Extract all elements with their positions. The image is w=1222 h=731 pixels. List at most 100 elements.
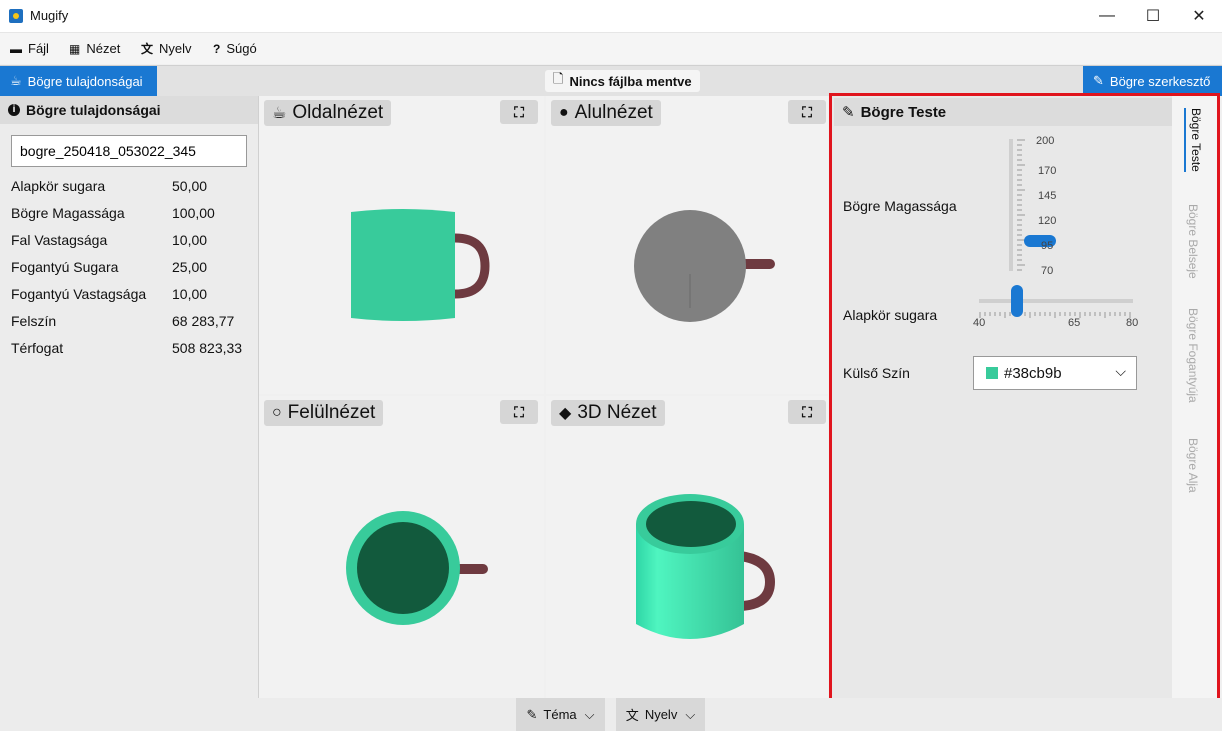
3d-view-canvas bbox=[636, 494, 776, 639]
radius-tick-label: 65 bbox=[1068, 317, 1081, 329]
menu-help-label: Súgó bbox=[226, 41, 257, 56]
side-view-canvas bbox=[351, 209, 490, 321]
outer-color-picker[interactable]: #38cb9b ⌵ bbox=[973, 356, 1137, 390]
radius-slider-thumb[interactable] bbox=[1011, 285, 1023, 317]
height-slider-track[interactable] bbox=[1009, 139, 1013, 271]
property-row: Felszín 68 283,77 bbox=[11, 309, 251, 336]
translate-icon: 文 bbox=[625, 708, 639, 723]
tab-strip: ☕ Bögre tulajdonságai 🗋 Nincs fájlba men… bbox=[0, 65, 1222, 96]
radius-slider-ticks bbox=[979, 305, 1133, 318]
grid-icon: ▦ bbox=[69, 41, 81, 56]
language-button[interactable]: 文 Nyelv ⌵ bbox=[616, 698, 705, 731]
property-row: Fogantyú Sugara 25,00 bbox=[11, 255, 251, 282]
minimize-button[interactable]: — bbox=[1084, 0, 1130, 32]
height-tick-label: 95 bbox=[1041, 240, 1054, 252]
property-value: 100,00 bbox=[172, 205, 215, 221]
close-button[interactable]: ✕ bbox=[1176, 0, 1222, 32]
menu-file-label: Fájl bbox=[28, 41, 49, 56]
tab-editor[interactable]: ✎ Bögre szerkesztő bbox=[1083, 66, 1222, 96]
editor-vertical-tabs: Bögre Teste Bögre Belseje Bögre Fogantyú… bbox=[1172, 96, 1218, 698]
chevron-down-icon: ⌵ bbox=[584, 706, 595, 722]
mug-icon: ☕ bbox=[10, 73, 22, 88]
mug-body bbox=[351, 209, 455, 321]
title-bar: Mugify — ☐ ✕ bbox=[0, 0, 1222, 33]
property-value: 50,00 bbox=[172, 178, 208, 194]
property-value: 508 823,33 bbox=[172, 340, 243, 356]
side-view-panel: ☕ Oldalnézet ⛶ bbox=[259, 96, 544, 394]
property-value: 68 283,77 bbox=[172, 313, 235, 329]
bottom-view-canvas bbox=[634, 210, 775, 322]
mug-interior bbox=[646, 501, 736, 547]
pencil-icon: ✎ bbox=[842, 104, 855, 121]
menu-file[interactable]: ▬ Fájl bbox=[10, 33, 49, 64]
tick-marks bbox=[1017, 139, 1025, 271]
property-label: Alapkör sugara bbox=[11, 178, 106, 194]
tab-editor-label: Bögre szerkesztő bbox=[1109, 73, 1211, 89]
save-status-badge: 🗋 Nincs fájlba mentve bbox=[545, 70, 700, 92]
property-label: Fal Vastagsága bbox=[11, 232, 108, 248]
bottom-bar: ✎ Téma ⌵ 文 Nyelv ⌵ bbox=[0, 698, 1222, 731]
menu-view[interactable]: ▦ Nézet bbox=[69, 33, 120, 64]
bottom-view-panel: ● Alulnézet ⛶ bbox=[546, 96, 828, 394]
radius-tick-label: 40 bbox=[973, 317, 986, 329]
save-status-label: Nincs fájlba mentve bbox=[569, 73, 692, 89]
color-swatch bbox=[986, 367, 998, 379]
vtab-base[interactable]: Bögre Alja bbox=[1186, 438, 1200, 493]
height-tick-label: 120 bbox=[1038, 215, 1057, 227]
theme-icon: ✎ bbox=[526, 706, 538, 722]
editor-header: ✎ Bögre Teste bbox=[834, 98, 1172, 126]
menu-language-label: Nyelv bbox=[159, 41, 192, 56]
theme-label: Téma bbox=[543, 707, 577, 722]
height-tick-label: 200 bbox=[1036, 135, 1055, 147]
translate-icon: 文 bbox=[141, 42, 154, 56]
folder-icon: ▬ bbox=[10, 41, 22, 56]
editor-title: Bögre Teste bbox=[860, 103, 947, 121]
menu-bar: ▬ Fájl ▦ Nézet 文 Nyelv ? Súgó bbox=[0, 33, 1222, 64]
3d-view-panel: ◆ 3D Nézet ⛶ bbox=[546, 396, 828, 698]
mug-interior bbox=[357, 522, 449, 614]
property-row: Fogantyú Vastagsága 10,00 bbox=[11, 282, 251, 309]
color-value: #38cb9b bbox=[1004, 364, 1062, 382]
mug-handle bbox=[739, 551, 776, 611]
radius-slider-track[interactable] bbox=[979, 299, 1133, 303]
radius-tick-label: 80 bbox=[1126, 317, 1139, 329]
height-label: Bögre Magassága bbox=[843, 198, 957, 214]
height-tick-label: 170 bbox=[1038, 165, 1057, 177]
property-label: Fogantyú Vastagsága bbox=[11, 286, 147, 302]
properties-panel: i Bögre tulajdonságai Alapkör sugara 50,… bbox=[0, 96, 259, 698]
property-row: Bögre Magassága 100,00 bbox=[11, 201, 251, 228]
file-icon: 🗋 bbox=[553, 71, 564, 86]
property-value: 10,00 bbox=[172, 286, 208, 302]
property-value: 10,00 bbox=[172, 232, 208, 248]
help-icon: ? bbox=[213, 41, 221, 56]
tab-properties[interactable]: ☕ Bögre tulajdonságai bbox=[0, 66, 157, 96]
chevron-down-icon: ⌵ bbox=[685, 706, 696, 722]
editor-panel: ✎ Bögre Teste Bögre Magassága 200 170 14… bbox=[831, 95, 1218, 699]
tick-marks bbox=[979, 312, 1131, 318]
property-row: Fal Vastagsága 10,00 bbox=[11, 228, 251, 255]
menu-view-label: Nézet bbox=[86, 41, 121, 56]
menu-help[interactable]: ? Súgó bbox=[213, 33, 257, 64]
menu-language[interactable]: 文 Nyelv bbox=[141, 33, 192, 64]
theme-button[interactable]: ✎ Téma ⌵ bbox=[516, 698, 605, 731]
mug-name-input[interactable] bbox=[11, 135, 247, 167]
top-view-panel: ○ Felülnézet ⛶ bbox=[259, 396, 544, 698]
top-view-canvas bbox=[346, 511, 488, 625]
tab-properties-label: Bögre tulajdonságai bbox=[27, 73, 143, 89]
window-title: Mugify bbox=[30, 8, 69, 23]
outer-color-label: Külső Szín bbox=[843, 365, 910, 381]
property-label: Bögre Magassága bbox=[11, 205, 125, 221]
language-label: Nyelv bbox=[644, 707, 678, 722]
properties-title: Bögre tulajdonságai bbox=[26, 102, 161, 118]
height-tick-label: 70 bbox=[1041, 265, 1054, 277]
pencil-icon: ✎ bbox=[1093, 73, 1104, 88]
property-label: Térfogat bbox=[11, 340, 64, 356]
vtab-body[interactable]: Bögre Teste bbox=[1184, 108, 1203, 172]
maximize-button[interactable]: ☐ bbox=[1130, 0, 1176, 32]
radius-label: Alapkör sugara bbox=[843, 307, 938, 323]
property-row: Alapkör sugara 50,00 bbox=[11, 174, 251, 201]
vtab-interior[interactable]: Bögre Belseje bbox=[1186, 204, 1200, 279]
property-label: Fogantyú Sugara bbox=[11, 259, 119, 275]
vtab-handle[interactable]: Bögre Fogantyúja bbox=[1186, 308, 1200, 403]
height-slider-ticks bbox=[1017, 139, 1025, 271]
